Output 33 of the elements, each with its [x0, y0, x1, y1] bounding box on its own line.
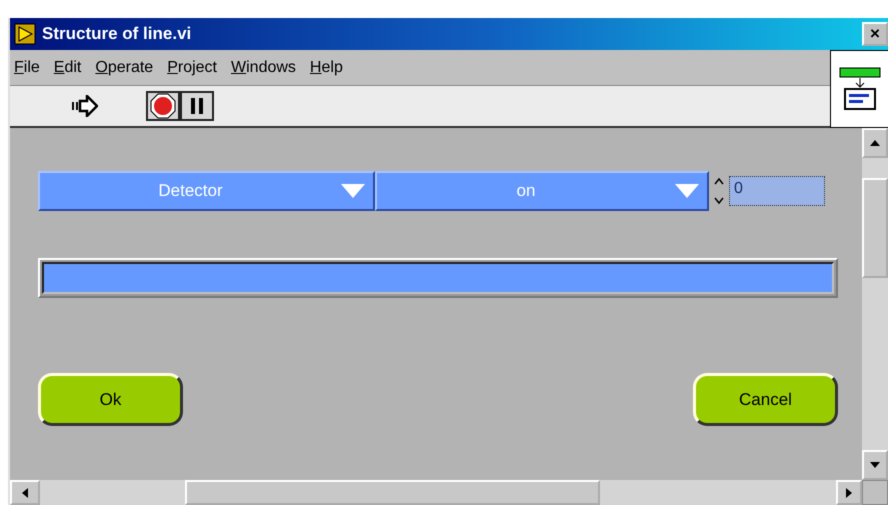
- right-arrow-icon: [846, 488, 852, 498]
- stop-icon: [150, 93, 176, 119]
- string-field[interactable]: [38, 258, 838, 298]
- close-button[interactable]: ×: [862, 22, 888, 46]
- scroll-up-button[interactable]: [862, 128, 888, 158]
- scroll-right-button[interactable]: [836, 480, 862, 505]
- app-icon: [14, 23, 36, 45]
- menu-item[interactable]: Project: [167, 56, 217, 80]
- menu-item[interactable]: Help: [310, 56, 343, 80]
- up-arrow-icon: [870, 140, 880, 146]
- action-button[interactable]: Cancel: [693, 373, 838, 426]
- pause-button[interactable]: [180, 91, 214, 121]
- scroll-thumb[interactable]: [862, 178, 888, 278]
- run-arrow-icon[interactable]: [70, 95, 98, 117]
- vi-icon: [838, 67, 880, 111]
- connector-pane[interactable]: [830, 50, 888, 128]
- down-arrow-icon: [870, 462, 880, 468]
- pause-icon: [190, 97, 204, 115]
- numeric-field[interactable]: 0: [729, 176, 825, 206]
- scrollbar-corner: [862, 480, 888, 505]
- window-title: Structure of line.vi: [42, 23, 192, 46]
- scroll-thumb[interactable]: [185, 480, 600, 505]
- menu-item[interactable]: Windows: [231, 56, 296, 80]
- dropdown-arrow-icon: [341, 184, 365, 198]
- left-arrow-icon: [22, 488, 28, 498]
- scroll-down-button[interactable]: [862, 450, 888, 480]
- scroll-left-button[interactable]: [10, 480, 40, 505]
- menu-item[interactable]: Operate: [95, 56, 154, 80]
- menu-item[interactable]: Edit: [54, 56, 82, 80]
- action-button[interactable]: Ok: [38, 373, 183, 426]
- dropdown-arrow-icon: [675, 184, 699, 198]
- menu-item[interactable]: File: [14, 56, 40, 80]
- stop-button[interactable]: [146, 91, 180, 121]
